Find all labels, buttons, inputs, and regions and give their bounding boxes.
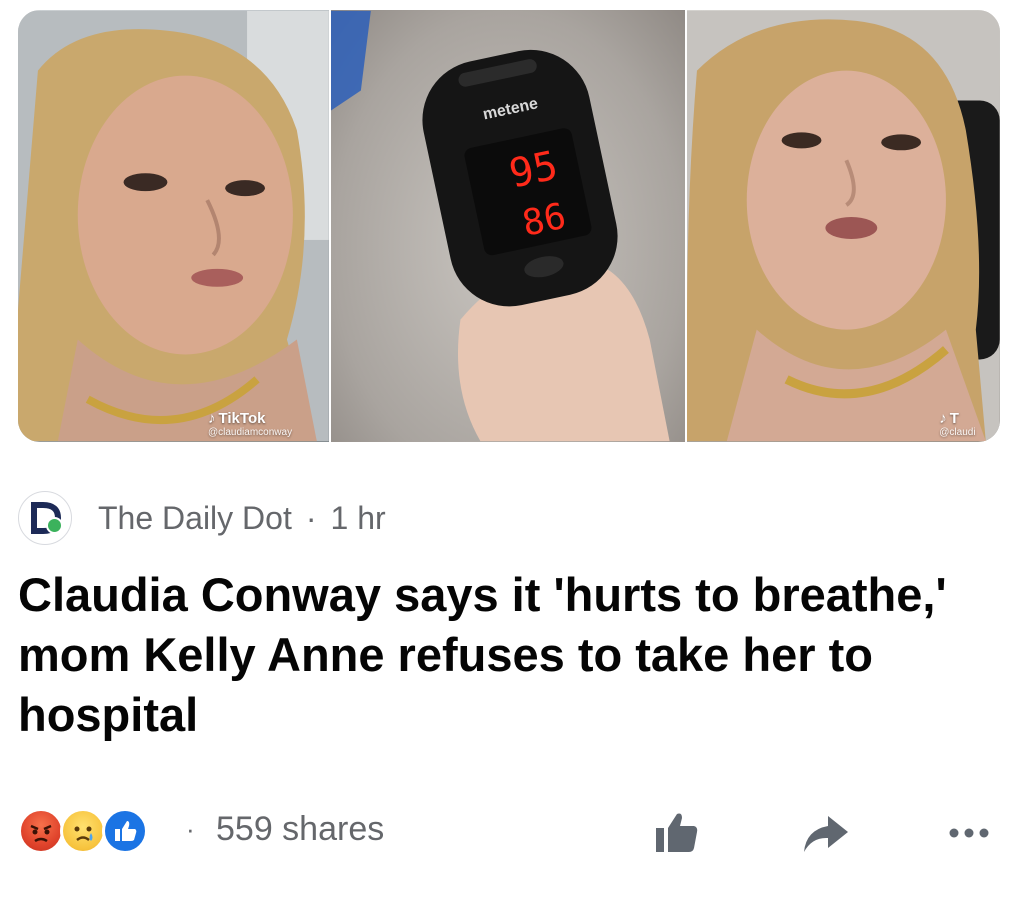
publisher-name[interactable]: The Daily Dot — [98, 500, 292, 537]
person-illustration-left — [18, 10, 329, 442]
logo-green-dot — [46, 517, 63, 534]
sad-reaction-icon — [60, 808, 106, 854]
shares-count[interactable]: 559 shares — [216, 810, 384, 849]
watermark-brand: TikTok — [218, 410, 266, 427]
more-icon — [949, 828, 989, 838]
share-arrow-icon — [804, 816, 848, 852]
article-headline[interactable]: Claudia Conway says it 'hurts to breathe… — [18, 565, 993, 745]
angry-reaction-icon — [18, 808, 64, 854]
oximeter-pulse-reading: 86 — [519, 196, 570, 245]
publisher-logo[interactable] — [18, 491, 72, 545]
shares-separator: · — [186, 814, 195, 844]
image-panel-right: ♪ T @claudi — [687, 10, 1000, 442]
pulse-oximeter-illustration: metene 95 86 — [330, 10, 670, 442]
like-reaction-icon — [102, 808, 148, 854]
tiktok-icon: ♪ — [939, 410, 947, 427]
like-icon — [656, 813, 698, 852]
tiktok-icon: ♪ — [208, 410, 216, 427]
share-button[interactable] — [798, 806, 852, 860]
watermark-handle-right: @claudi — [939, 427, 976, 438]
person-illustration-right — [687, 10, 1000, 442]
image-panel-center: metene 95 86 — [328, 10, 688, 442]
tiktok-watermark-right: ♪ T @claudi — [939, 410, 975, 438]
like-button[interactable] — [650, 806, 704, 860]
more-options-button[interactable] — [942, 806, 996, 860]
post-time[interactable]: 1 hr — [331, 500, 386, 537]
watermark-brand-right: T — [949, 410, 959, 427]
reaction-summary[interactable] — [18, 808, 158, 856]
post-footer: · 559 shares — [18, 800, 998, 864]
article-image[interactable]: ♪ TikTok @claudiamconway metene 95 86 ♪ … — [18, 10, 1000, 442]
watermark-handle: @claudiamconway — [208, 427, 293, 438]
post-source-row: The Daily Dot · 1 hr — [18, 490, 386, 546]
tiktok-watermark: ♪ TikTok @claudiamconway — [208, 410, 292, 438]
image-panel-left: ♪ TikTok @claudiamconway — [18, 10, 329, 442]
meta-separator: · — [305, 499, 317, 536]
oximeter-spo2-reading: 95 — [505, 143, 561, 198]
